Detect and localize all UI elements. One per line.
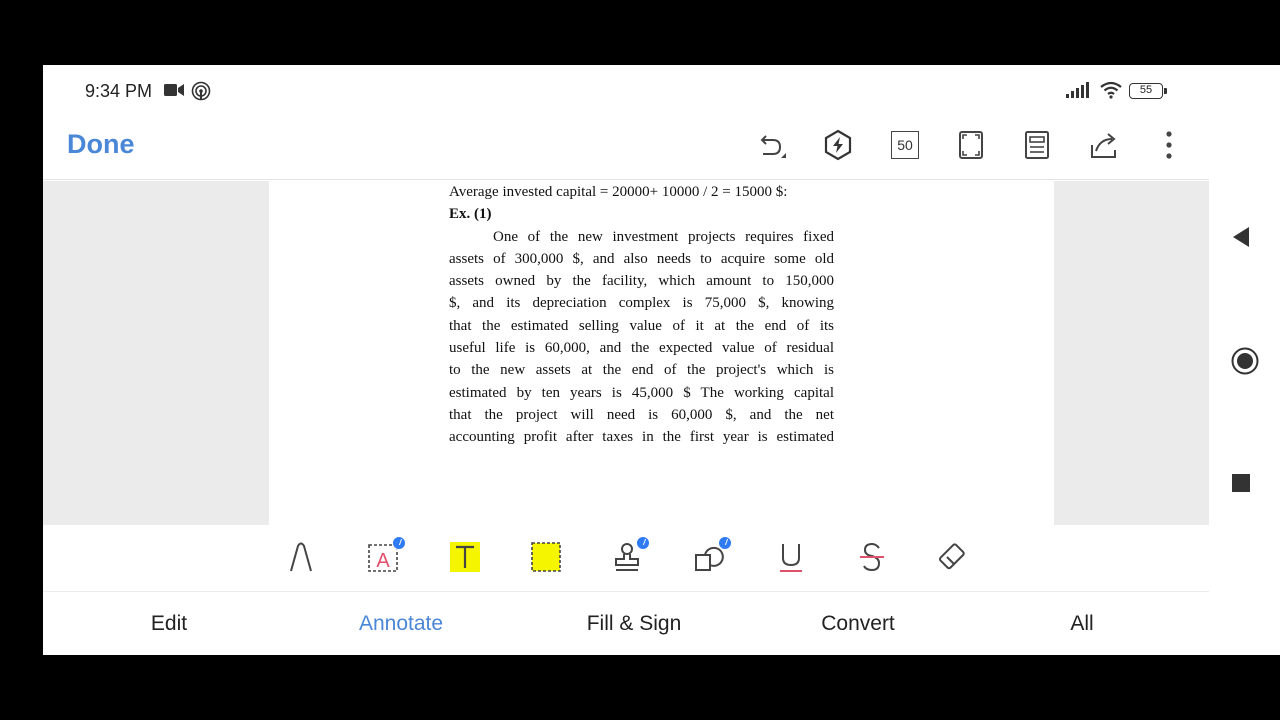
undo-icon[interactable] <box>753 128 787 162</box>
system-nav-bar <box>1209 65 1280 655</box>
stamp-tool-icon[interactable] <box>610 536 650 574</box>
area-highlight-tool-icon[interactable] <box>529 540 563 574</box>
text-line: assets owned by the facility, which amou… <box>449 273 834 290</box>
text-line: One of the new investment projects requi… <box>493 228 834 245</box>
tab-fill-sign[interactable]: Fill & Sign <box>587 612 682 636</box>
text-box-tool-icon[interactable]: A <box>366 536 406 574</box>
status-bar: 9:34 PM 55 <box>43 65 1209 117</box>
tab-edit[interactable]: Edit <box>151 612 187 636</box>
text-line: that the estimated selling value of it a… <box>449 317 834 334</box>
premium-badge-icon <box>392 536 406 550</box>
status-time: 9:34 PM <box>85 81 153 101</box>
done-button[interactable]: Done <box>67 129 135 160</box>
bottom-tab-bar: Edit Annotate Fill & Sign Convert All <box>43 592 1209 655</box>
wifi-icon <box>1099 81 1123 104</box>
tab-convert[interactable]: Convert <box>821 612 895 636</box>
pen-tool-icon[interactable] <box>284 540 318 574</box>
text-line: that the project will need is 60,000 $, … <box>449 406 834 423</box>
document-page[interactable]: Average invested capital = 20000+ 10000 … <box>269 181 1054 525</box>
text-line: $, and its depreciation complex is 75,00… <box>449 295 834 312</box>
annotate-toolbar: A <box>43 525 1209 592</box>
highlight-text-tool-icon[interactable] <box>448 540 482 574</box>
home-circle-icon[interactable] <box>1231 347 1259 380</box>
document-viewport[interactable]: Average invested capital = 20000+ 10000 … <box>43 181 1209 525</box>
top-toolbar: Done 50 <box>43 117 1209 180</box>
tab-all[interactable]: All <box>1070 612 1093 636</box>
app-screen: 9:34 PM 55 Done 50 Average invested capi… <box>43 65 1280 655</box>
fullscreen-icon[interactable] <box>954 128 988 162</box>
text-line: to the new assets at the end of the proj… <box>449 362 834 379</box>
shapes-tool-icon[interactable] <box>692 536 732 574</box>
hotspot-icon <box>191 81 211 106</box>
page-view-icon[interactable] <box>1020 128 1054 162</box>
document-text: Average invested capital = 20000+ 10000 … <box>449 181 834 449</box>
zoom-level-button[interactable]: 50 <box>891 131 919 159</box>
text-line: useful life is 60,000, and the expected … <box>449 340 834 357</box>
ai-tools-icon[interactable] <box>821 128 855 162</box>
text-line: estimated by ten years is 45,000 $ The w… <box>449 384 834 401</box>
strikethrough-tool-icon[interactable] <box>855 540 889 574</box>
underline-tool-icon[interactable] <box>774 540 808 574</box>
text-line: Average invested capital = 20000+ 10000 … <box>449 184 788 200</box>
premium-badge-icon <box>636 536 650 550</box>
recents-square-icon[interactable] <box>1231 473 1251 498</box>
more-options-icon[interactable] <box>1152 128 1186 162</box>
example-heading: Ex. (1) <box>449 206 492 223</box>
battery-indicator: 55 <box>1129 83 1167 99</box>
text-line: assets of 300,000 $, and also needs to a… <box>449 250 834 267</box>
video-camera-icon <box>164 83 184 102</box>
svg-text:A: A <box>376 550 390 572</box>
premium-badge-icon <box>718 536 732 550</box>
signal-strength-icon <box>1066 82 1090 103</box>
share-icon[interactable] <box>1087 128 1121 162</box>
back-triangle-icon[interactable] <box>1231 225 1251 254</box>
text-line: accounting profit after taxes in the fir… <box>449 429 834 446</box>
eraser-tool-icon[interactable] <box>937 540 971 574</box>
tab-annotate[interactable]: Annotate <box>359 612 443 636</box>
